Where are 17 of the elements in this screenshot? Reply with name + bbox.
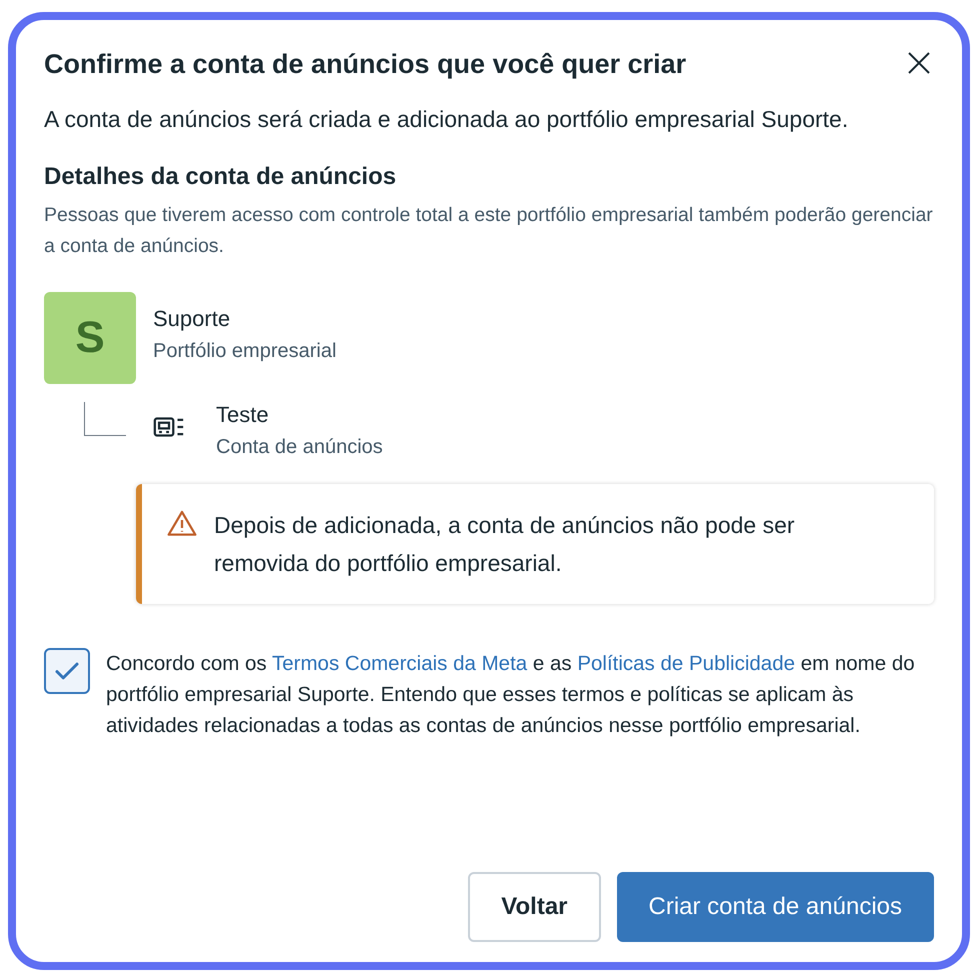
intro-text: A conta de anúncios será criada e adicionada ao portfólio empresarial Suporte. (44, 105, 850, 134)
account-type: Conta de anúncios (216, 435, 383, 460)
tree-connector (84, 402, 126, 436)
portfolio-type: Portfólio empresarial (153, 339, 336, 364)
warning-text: Depois de adicionada, a conta de anúncios não pode ser removida do portfólio empresarial. (214, 511, 796, 578)
back-button[interactable]: Voltar (468, 872, 601, 942)
consent-text: Concordo com os Termos Comerciais da Meta e as Políticas de Publicidade em nome do portfólio empresarial Suporte. Entendo que esses termos e políticas se aplicam às atividades relacionadas a todas as contas de anúncios nesse portfólio empresarial. (106, 651, 916, 739)
dialog-title: Confirme a conta de anúncios que você quer criar (44, 48, 686, 81)
consent-checkbox[interactable] (44, 648, 90, 694)
portfolio-name: Suporte (153, 305, 232, 333)
section-description: Pessoas que tiverem acesso com controle total a este portfólio empresarial também poderão gerenciar a conta de anúncios. (44, 203, 934, 259)
create-button[interactable]: Criar conta de anúncios (616, 872, 934, 942)
account-name: Teste (216, 401, 270, 429)
section-title: Detalhes da conta de anúncios (44, 162, 398, 192)
terms-link[interactable]: Termos Comerciais da Meta (272, 652, 528, 675)
portfolio-avatar: S (44, 292, 136, 384)
terms-link[interactable]: Políticas de Publicidade (577, 652, 795, 675)
